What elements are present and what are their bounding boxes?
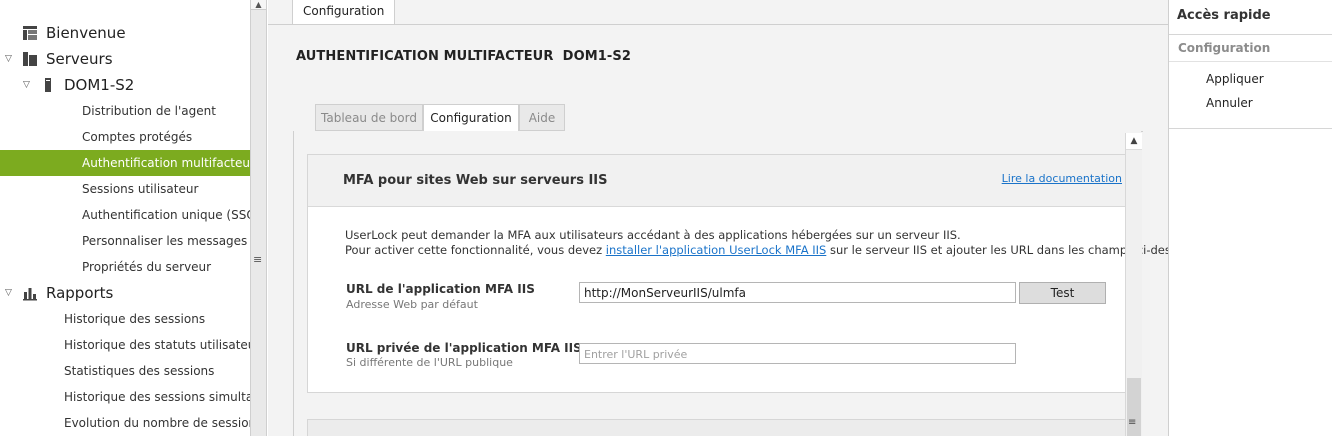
install-app-link[interactable]: installer l'application UserLock MFA IIS	[606, 243, 827, 257]
divider	[1169, 34, 1332, 35]
expand-arrow-icon[interactable]: ▽	[5, 55, 14, 64]
test-button[interactable]: Test	[1019, 282, 1106, 304]
app-window: Bienvenue ▽ Serveurs ▽ DOM1-S2 Distribution d…	[0, 0, 1332, 436]
sidebar-item-label: Historique des statuts utilisateur	[64, 338, 250, 352]
top-tab-divider	[268, 24, 1168, 25]
expand-arrow-icon[interactable]: ▽	[23, 81, 32, 90]
documentation-link[interactable]: Lire la documentation	[1002, 172, 1122, 185]
url-input[interactable]	[579, 282, 1016, 303]
sidebar-item[interactable]: Historique des statuts utilisateur	[0, 332, 250, 358]
sidebar-item-label: Statistiques des sessions	[64, 364, 215, 378]
sidebar-item-label: Bienvenue	[46, 24, 126, 42]
next-panel-header	[307, 419, 1127, 436]
mfa-iis-panel: MFA pour sites Web sur serveurs IIS Lire…	[307, 154, 1201, 393]
sidebar-item[interactable]: Evolution du nombre de sessions	[0, 410, 250, 436]
sidebar-item[interactable]: ▽ Rapports	[0, 280, 250, 306]
apply-button[interactable]: Appliquer	[1206, 72, 1264, 86]
navigation-tree: Bienvenue ▽ Serveurs ▽ DOM1-S2 Distribution d…	[0, 0, 250, 436]
bar-chart-icon	[22, 285, 38, 305]
sidebar-item-label: Evolution du nombre de sessions	[64, 416, 250, 430]
sidebar-item-label: Historique des sessions	[64, 312, 206, 326]
sidebar-item-label: Rapports	[46, 284, 114, 302]
sidebar-item[interactable]: Propriétés du serveur	[0, 254, 250, 280]
expand-arrow-icon[interactable]: ▽	[5, 289, 14, 298]
sidebar-item[interactable]: Historique des sessions simultan…	[0, 384, 250, 410]
sidebar-item[interactable]: Distribution de l'agent	[0, 98, 250, 124]
page-title: AUTHENTIFICATION MULTIFACTEUR DOM1-S2	[296, 49, 632, 64]
server-icon	[43, 77, 53, 97]
sidebar-item-label: DOM1-S2	[64, 76, 135, 94]
sidebar-splitter[interactable]: ▲ ≡	[250, 0, 267, 436]
sidebar-item-label: Historique des sessions simultan…	[64, 390, 250, 404]
scroll-up-icon[interactable]: ▲	[1126, 133, 1142, 150]
private-url-field-label: URL privée de l'application MFA IIS	[346, 341, 582, 355]
grid-icon	[22, 25, 38, 45]
subtab-configuration[interactable]: Configuration	[423, 104, 519, 132]
scroll-grip-icon[interactable]: ≡	[1128, 417, 1136, 428]
sidebar-item[interactable]: Statistiques des sessions	[0, 358, 250, 384]
sidebar-item-label: Sessions utilisateur	[82, 182, 199, 196]
subtab-dashboard[interactable]: Tableau de bord	[315, 104, 423, 131]
sidebar-item-label: Authentification multifacteur	[82, 156, 250, 170]
tab-configuration[interactable]: Configuration	[292, 0, 396, 25]
cancel-button[interactable]: Annuler	[1206, 96, 1253, 110]
sidebar-item-label: Personnaliser les messages	[82, 234, 248, 248]
sidebar-item-label: Authentification unique (SSO)	[82, 208, 250, 222]
subtab-help[interactable]: Aide	[519, 104, 565, 131]
sidebar-item[interactable]: Personnaliser les messages	[0, 228, 250, 254]
panel-title: MFA pour sites Web sur serveurs IIS	[343, 173, 608, 188]
sidebar-item[interactable]: Historique des sessions	[0, 306, 250, 332]
quick-access-panel: Accès rapide Configuration Appliquer Ann…	[1168, 0, 1332, 436]
sidebar-item-label: Distribution de l'agent	[82, 104, 216, 118]
sidebar-item[interactable]: Authentification multifacteur	[0, 150, 250, 176]
private-url-input[interactable]	[579, 343, 1016, 364]
panel-description: UserLock peut demander la MFA aux utilis…	[345, 228, 961, 242]
sidebar-item[interactable]: Authentification unique (SSO)	[0, 202, 250, 228]
sidebar-item[interactable]: Sessions utilisateur	[0, 176, 250, 202]
description-text: sur le serveur IIS et ajouter les URL da…	[826, 243, 1201, 257]
sidebar-item[interactable]: Bienvenue	[0, 20, 250, 46]
private-url-field-sublabel: Si différente de l'URL publique	[346, 356, 513, 369]
sidebar-item[interactable]: ▽ Serveurs	[0, 46, 250, 72]
url-field-sublabel: Adresse Web par défaut	[346, 298, 478, 311]
sidebar-item-label: Serveurs	[46, 50, 113, 68]
sidebar-item-label: Propriétés du serveur	[82, 260, 212, 274]
splitter-grip-icon[interactable]: ≡	[253, 253, 262, 266]
description-text: Pour activer cette fonctionnalité, vous …	[345, 243, 606, 257]
quick-access-section: Configuration	[1178, 41, 1271, 55]
sidebar-item-label: Comptes protégés	[82, 130, 193, 144]
divider	[1169, 61, 1332, 62]
quick-access-title: Accès rapide	[1177, 8, 1271, 23]
servers-icon	[22, 51, 38, 71]
panel-header: MFA pour sites Web sur serveurs IIS Lire…	[308, 155, 1126, 207]
url-field-label: URL de l'application MFA IIS	[346, 282, 535, 296]
divider	[1169, 128, 1332, 129]
collapse-arrow-icon[interactable]: ▲	[251, 0, 266, 10]
sidebar-item[interactable]: Comptes protégés	[0, 124, 250, 150]
main-content: Configuration AUTHENTIFICATION MULTIFACT…	[268, 0, 1201, 436]
vertical-scrollbar[interactable]: ▲ ≡	[1125, 133, 1142, 436]
sidebar-item[interactable]: ▽ DOM1-S2	[0, 72, 250, 98]
panel-description-2: Pour activer cette fonctionnalité, vous …	[345, 243, 1201, 257]
